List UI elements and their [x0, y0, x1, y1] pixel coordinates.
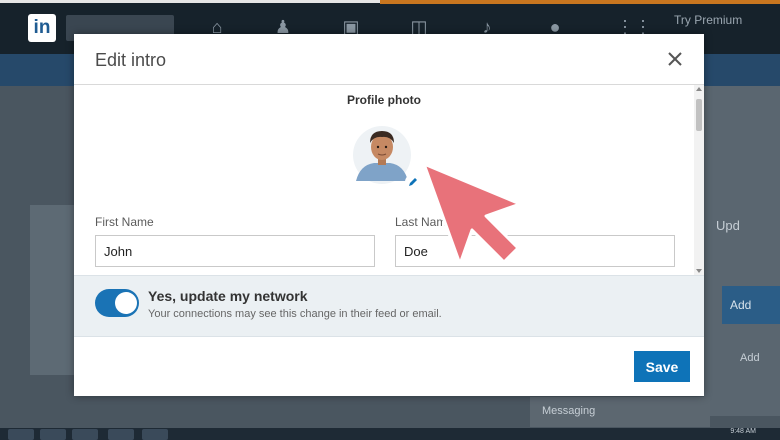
profile-avatar[interactable]: [352, 121, 412, 185]
taskbar-app[interactable]: [108, 429, 134, 440]
last-name-input[interactable]: [395, 235, 675, 267]
edit-intro-dialog: Edit intro Profile photo First Name Last: [74, 34, 704, 396]
save-button[interactable]: Save: [634, 351, 690, 382]
close-button[interactable]: [662, 46, 688, 72]
browser-accent-strip: [380, 0, 780, 4]
linkedin-logo[interactable]: in: [28, 14, 56, 42]
scroll-up-arrow-icon[interactable]: [696, 87, 702, 91]
close-icon: [668, 52, 682, 66]
background-left-card: [30, 205, 74, 375]
first-name-label: First Name: [95, 215, 154, 229]
dialog-body: Profile photo First Name Last Name: [74, 85, 704, 275]
update-network-title: Yes, update my network: [148, 288, 308, 304]
taskbar-app[interactable]: [72, 429, 98, 440]
update-network-section: Yes, update my network Your connections …: [74, 275, 704, 337]
scroll-down-arrow-icon[interactable]: [696, 269, 702, 273]
dialog-header: Edit intro: [74, 34, 704, 85]
last-name-label: Last Name: [395, 215, 454, 229]
dialog-scrollbar[interactable]: [694, 85, 704, 275]
dialog-title: Edit intro: [95, 50, 167, 70]
browser-strip: [0, 0, 380, 3]
toggle-knob: [115, 292, 137, 314]
taskbar-app[interactable]: [142, 429, 168, 440]
update-network-toggle[interactable]: [95, 289, 139, 317]
first-name-input[interactable]: [95, 235, 375, 267]
taskbar-app[interactable]: [40, 429, 66, 440]
taskbar-clock: 9:48 AM: [730, 428, 756, 435]
background-update-text: Upd: [716, 218, 740, 233]
update-network-description: Your connections may see this change in …: [148, 308, 442, 320]
try-premium-link[interactable]: Try Premium: [674, 14, 742, 27]
messaging-label: Messaging: [542, 405, 596, 417]
profile-photo-label: Profile photo: [347, 93, 421, 107]
background-add-button: Add: [722, 286, 780, 324]
background-right-panel: [704, 86, 780, 416]
background-small-text: Add: [740, 352, 760, 364]
edit-photo-pencil-icon[interactable]: [405, 174, 421, 190]
start-button[interactable]: [8, 429, 34, 440]
scroll-thumb[interactable]: [696, 99, 702, 131]
messaging-bar: Messaging: [530, 397, 710, 427]
